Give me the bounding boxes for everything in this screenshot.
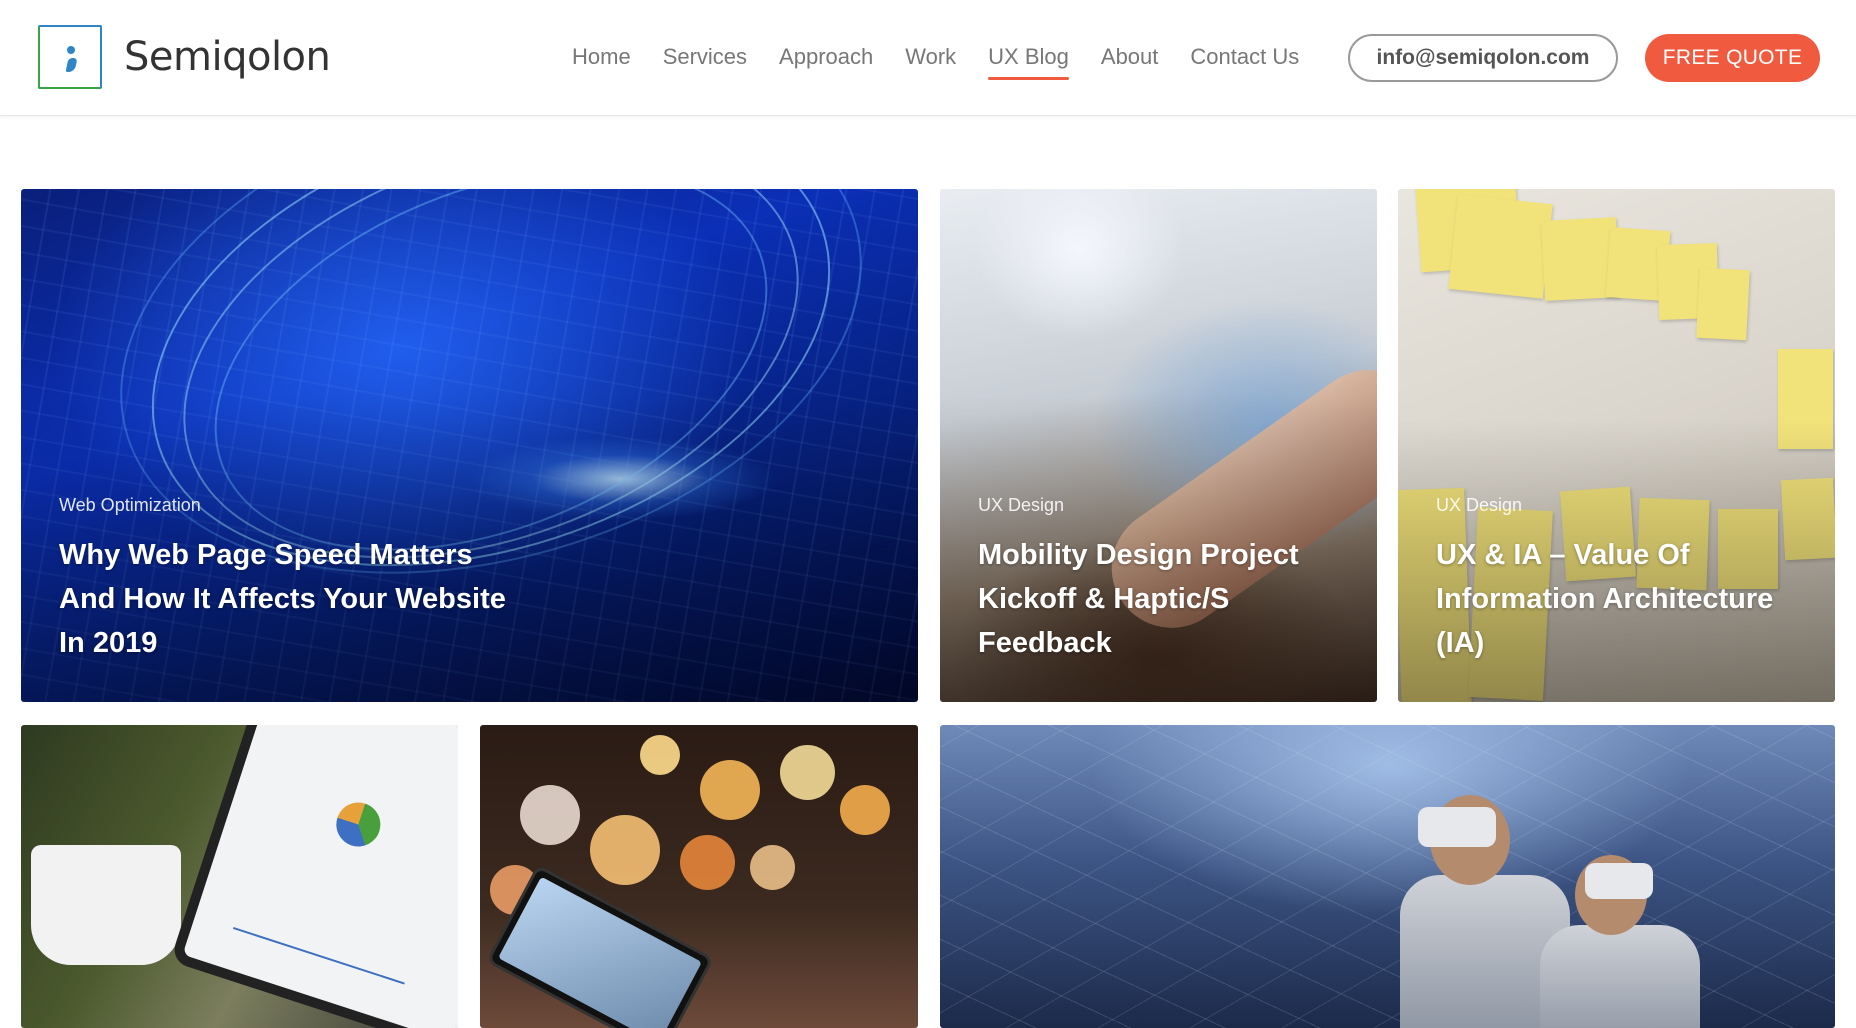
nav-item-work[interactable]: Work: [905, 44, 956, 80]
post-title[interactable]: Mobility Design Project Kickoff & Haptic…: [978, 533, 1358, 665]
blog-card-mobile[interactable]: [480, 725, 918, 1028]
site-header: Semiqolon Home Services Approach Work UX…: [0, 0, 1856, 116]
bokeh-light: [700, 760, 760, 820]
nav-item-approach[interactable]: Approach: [779, 44, 873, 80]
line-chart-icon: [232, 890, 417, 985]
coffee-cup-photo: [31, 845, 181, 965]
bokeh-light: [640, 735, 680, 775]
nav-item-ux-blog[interactable]: UX Blog: [988, 44, 1069, 80]
post-category[interactable]: UX Design: [1436, 495, 1522, 516]
network-lines: [940, 725, 1835, 1028]
main-nav: Home Services Approach Work UX Blog Abou…: [572, 44, 1331, 80]
bokeh-light: [520, 785, 580, 845]
nav-item-services[interactable]: Services: [663, 44, 747, 80]
vr-headset-icon: [1585, 863, 1653, 899]
blog-card-analytics[interactable]: [21, 725, 458, 1028]
brand-name: Semiqolon: [124, 34, 331, 80]
blog-card-web-speed[interactable]: Web Optimization Why Web Page Speed Matt…: [21, 189, 918, 702]
blog-card-mobility-design[interactable]: UX Design Mobility Design Project Kickof…: [940, 189, 1377, 702]
post-category[interactable]: Web Optimization: [59, 495, 201, 516]
tablet-photo: [169, 725, 458, 1028]
logo[interactable]: Semiqolon: [38, 25, 331, 89]
child-photo: [1540, 925, 1700, 1028]
post-title[interactable]: UX & IA – Value Of Information Architect…: [1436, 533, 1826, 665]
free-quote-button[interactable]: FREE QUOTE: [1645, 34, 1820, 82]
pie-chart-icon: [330, 796, 387, 853]
nav-item-about[interactable]: About: [1101, 44, 1159, 80]
post-category[interactable]: UX Design: [978, 495, 1064, 516]
bokeh-light: [840, 785, 890, 835]
vr-headset-icon: [1418, 807, 1496, 847]
nav-item-contact-us[interactable]: Contact Us: [1190, 44, 1299, 80]
nav-item-home[interactable]: Home: [572, 44, 631, 80]
blog-card-vr[interactable]: [940, 725, 1835, 1028]
email-button[interactable]: info@semiqolon.com: [1348, 34, 1618, 82]
post-title[interactable]: Why Web Page Speed Matters And How It Af…: [59, 533, 529, 665]
bokeh-light: [590, 815, 660, 885]
blog-card-ux-ia[interactable]: UX Design UX & IA – Value Of Information…: [1398, 189, 1835, 702]
semicolon-logo-icon: [38, 25, 102, 89]
bokeh-light: [780, 745, 835, 800]
bokeh-light: [680, 835, 735, 890]
bokeh-light: [750, 845, 795, 890]
